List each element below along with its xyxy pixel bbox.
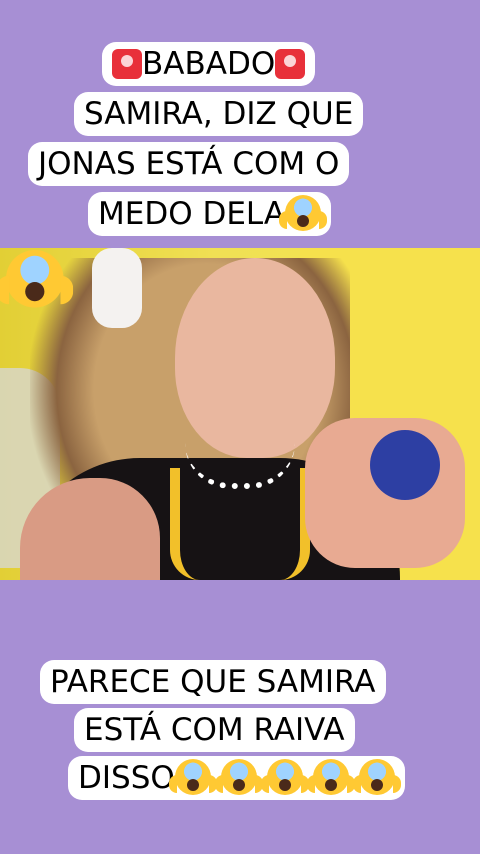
photo-face <box>175 258 335 458</box>
face-screaming-icon <box>306 759 355 795</box>
siren-icon <box>112 49 142 79</box>
top-caption-line-4: MEDO DELA <box>88 192 332 236</box>
face-screaming-icon <box>352 759 401 795</box>
top-caption: BABADO SAMIRA, DIZ QUE JONAS ESTÁ COM O … <box>22 42 460 238</box>
top-caption-line-3: JONAS ESTÁ COM O <box>28 142 350 186</box>
siren-icon <box>275 49 306 79</box>
bottom-caption-line-2: ESTÁ COM RAIVA <box>74 708 355 752</box>
photo-toy <box>370 430 440 500</box>
face-screaming-icon <box>168 759 217 795</box>
photo-headband <box>92 248 142 328</box>
face-screaming-icon <box>279 195 328 231</box>
bottom-caption-line-1: PARECE QUE SAMIRA <box>40 660 386 704</box>
face-screaming-icon <box>0 250 74 308</box>
bottom-caption: PARECE QUE SAMIRA ESTÁ COM RAIVA DISSO <box>40 660 466 810</box>
photo-lanyard <box>170 468 310 580</box>
top-caption-line-1: BABADO <box>102 42 316 86</box>
face-screaming-icon <box>260 759 309 795</box>
video-frame-photo <box>0 248 480 580</box>
face-screaming-icon <box>214 759 263 795</box>
top-caption-line-2: SAMIRA, DIZ QUE <box>74 92 364 136</box>
bottom-caption-line-3: DISSO <box>68 756 405 800</box>
